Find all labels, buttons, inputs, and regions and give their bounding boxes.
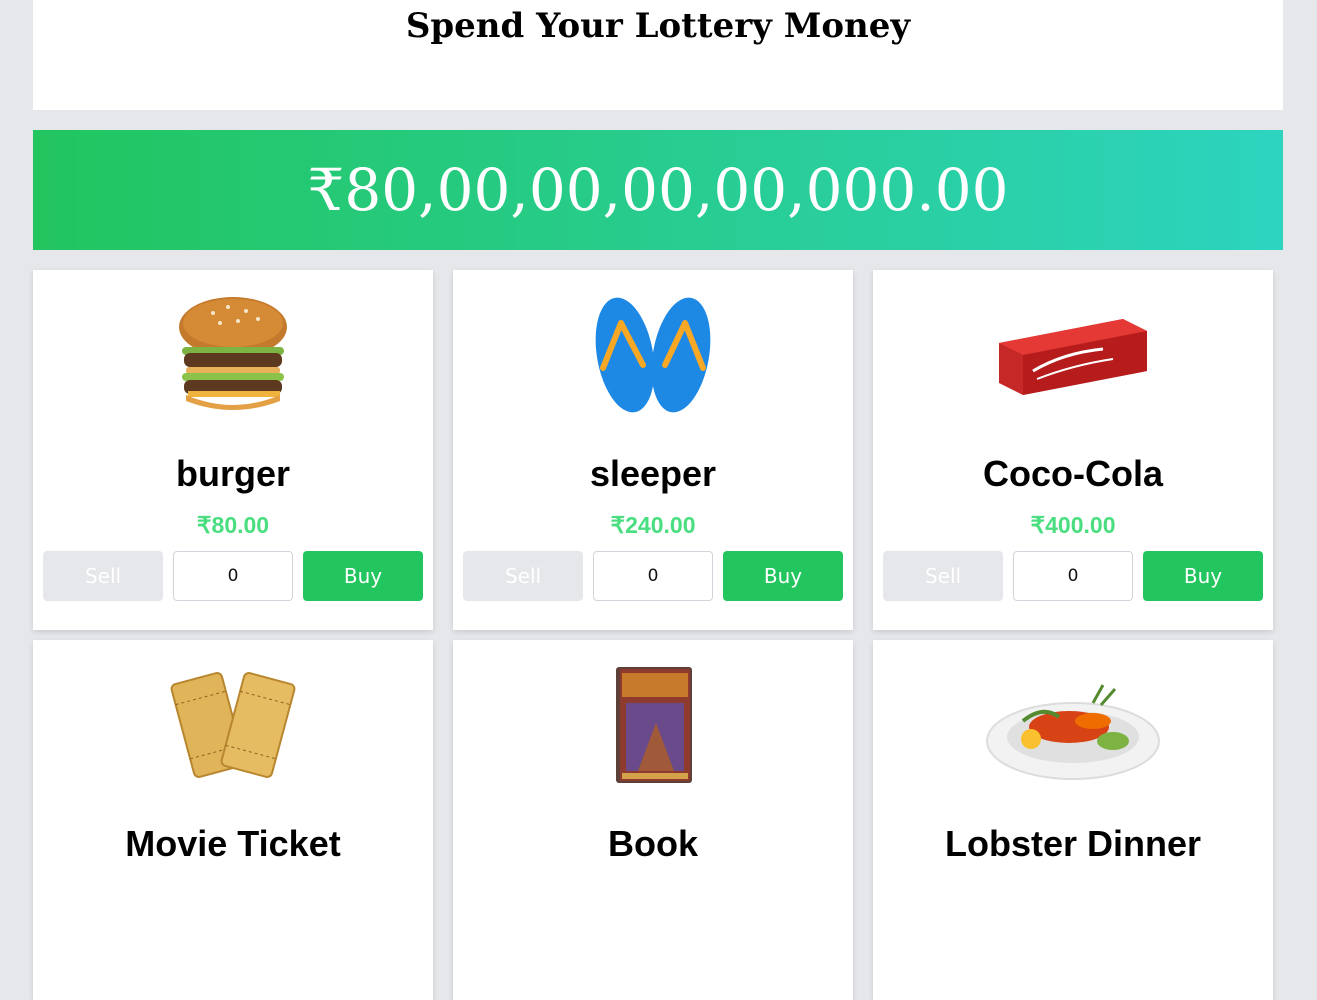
product-price: ₹240.00	[610, 512, 696, 538]
product-card-lobster-dinner: Lobster Dinner	[873, 640, 1273, 1000]
product-card-coco-cola: Coco-Cola ₹400.00 Sell Buy	[873, 270, 1273, 630]
balance-amount: ₹80,00,00,00,00,000.00	[307, 156, 1009, 224]
product-name: Book	[608, 823, 698, 864]
buy-button[interactable]: Buy	[723, 551, 843, 601]
product-name: sleeper	[589, 453, 717, 494]
quantity-input[interactable]	[1013, 551, 1133, 601]
product-name: burger	[175, 453, 290, 494]
product-card-burger: burger ₹80.00 Sell Buy	[33, 270, 433, 630]
balance-banner: ₹80,00,00,00,00,000.00	[33, 130, 1283, 250]
page-header: Spend Your Lottery Money	[33, 0, 1283, 110]
coca-cola-pack-icon	[873, 270, 1273, 440]
product-card-sleeper: sleeper ₹240.00 Sell Buy	[453, 270, 853, 630]
sell-button[interactable]: Sell	[463, 551, 583, 601]
flip-flops-icon	[453, 270, 853, 440]
product-card-book: Book	[453, 640, 853, 1000]
quantity-input[interactable]	[173, 551, 293, 601]
page-title: Spend Your Lottery Money	[405, 6, 911, 46]
buy-button[interactable]: Buy	[303, 551, 423, 601]
product-price: ₹400.00	[1030, 512, 1116, 538]
product-name: Coco-Cola	[983, 453, 1163, 494]
quantity-input[interactable]	[593, 551, 713, 601]
burger-icon	[33, 270, 433, 440]
product-card-movie-ticket: Movie Ticket	[33, 640, 433, 1000]
buy-button[interactable]: Buy	[1143, 551, 1263, 601]
product-name: Lobster Dinner	[944, 823, 1202, 864]
sell-button[interactable]: Sell	[883, 551, 1003, 601]
product-name: Movie Ticket	[125, 823, 341, 864]
lobster-dinner-icon	[873, 640, 1273, 810]
movie-ticket-icon	[33, 640, 433, 810]
book-icon	[453, 640, 853, 810]
product-price: ₹80.00	[196, 512, 270, 538]
sell-button[interactable]: Sell	[43, 551, 163, 601]
